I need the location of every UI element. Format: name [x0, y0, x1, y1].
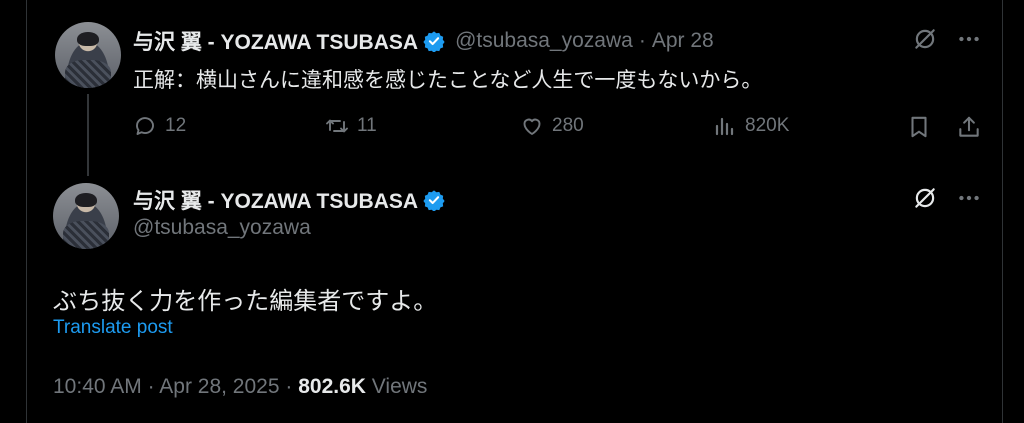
repost-count: 11	[357, 115, 377, 136]
timestamp-row: 10:40 AM · Apr 28, 2025 · 802.6K Views	[53, 375, 427, 399]
views-button[interactable]: 820K	[713, 114, 789, 138]
separator: ·	[147, 375, 155, 398]
verified-badge-icon	[423, 190, 445, 211]
like-icon	[523, 118, 541, 135]
verified-badge-icon	[423, 31, 445, 52]
like-count: 280	[552, 115, 584, 136]
main-header: 与沢 翼 - YOZAWA TSUBASA	[133, 185, 445, 215]
grok-icon[interactable]	[911, 25, 939, 53]
separator: ·	[285, 375, 293, 398]
grok-icon[interactable]	[911, 184, 939, 212]
bookmark-icon[interactable]	[905, 113, 933, 141]
left-border	[26, 0, 27, 423]
repost-icon	[326, 119, 348, 133]
separator: ·	[638, 29, 646, 52]
tweet-date[interactable]: Apr 28	[652, 29, 714, 53]
tweet-text: 正解：横山さんに違和感を感じたことなど人生で一度もないから。	[133, 69, 763, 92]
reply-button[interactable]: 12	[133, 114, 186, 138]
reply-header: 与沢 翼 - YOZAWA TSUBASA @tsubasa_yozawa · …	[133, 26, 714, 56]
translate-post-link[interactable]: Translate post	[53, 317, 173, 339]
right-border	[1002, 0, 1003, 423]
like-button[interactable]: 280	[520, 114, 584, 138]
avatar[interactable]	[55, 22, 121, 88]
reply-icon	[136, 117, 154, 135]
reply-count: 12	[165, 115, 187, 136]
repost-button[interactable]: 11	[325, 114, 377, 138]
share-icon[interactable]	[955, 113, 983, 141]
views-count[interactable]: 802.6K	[298, 375, 366, 398]
views-label: Views	[371, 375, 428, 398]
handle[interactable]: @tsubasa_yozawa	[133, 216, 311, 240]
handle[interactable]: @tsubasa_yozawa	[455, 29, 633, 53]
thread-connector	[87, 94, 89, 176]
tweet-date[interactable]: Apr 28, 2025	[159, 375, 279, 398]
more-icon[interactable]	[955, 25, 983, 53]
display-name[interactable]: 与沢 翼 - YOZAWA TSUBASA	[133, 185, 418, 215]
tweet-time[interactable]: 10:40 AM	[53, 375, 142, 398]
avatar[interactable]	[53, 183, 119, 249]
display-name[interactable]: 与沢 翼 - YOZAWA TSUBASA	[133, 26, 418, 56]
views-icon	[715, 117, 734, 136]
more-icon[interactable]	[955, 184, 983, 212]
tweet-text: ぶち抜く力を作った編集者ですよ。	[53, 288, 438, 315]
views-count: 820K	[745, 115, 790, 136]
